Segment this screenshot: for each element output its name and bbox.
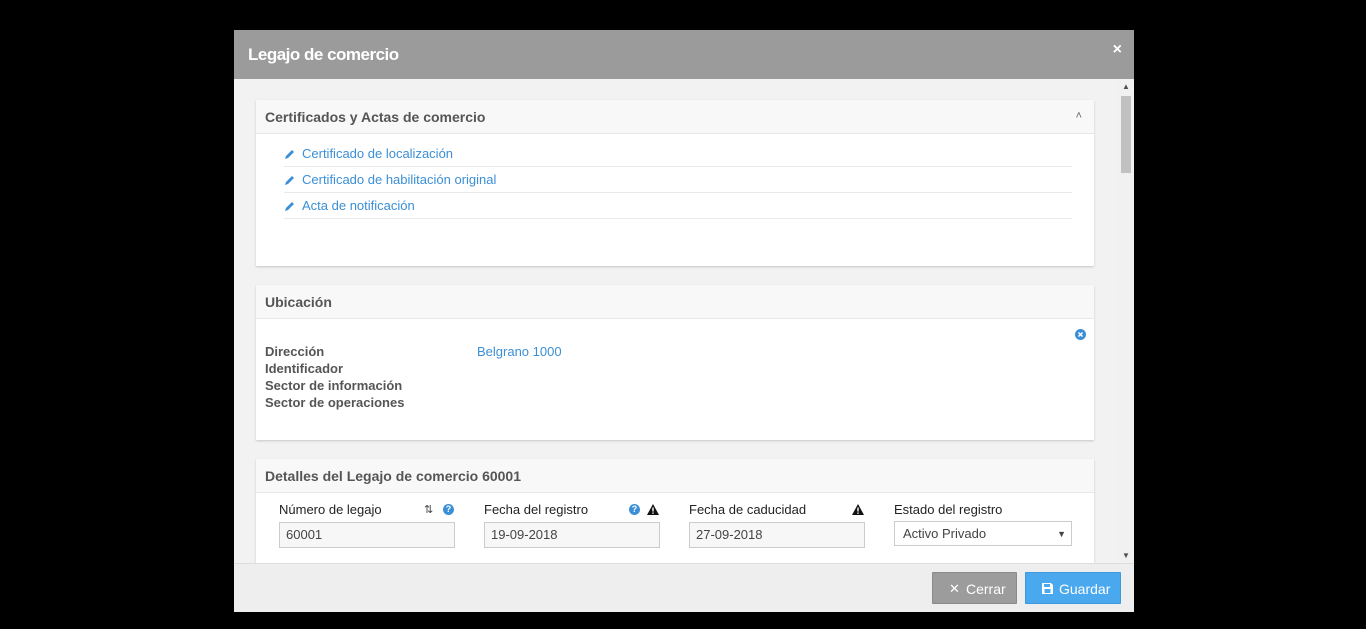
section-certificados: Certificados y Actas de comercio ˄ Certi… — [256, 100, 1094, 266]
pencil-icon — [285, 176, 294, 185]
chevron-up-icon[interactable]: ˄ — [1076, 110, 1082, 122]
numero-legajo-input[interactable]: 60001 — [279, 522, 455, 548]
details-fields: Número de legajo ⇅ ? 60001 Fecha del reg… — [256, 492, 1094, 563]
link-certificado-localizacion[interactable]: Certificado de localización — [302, 146, 453, 161]
fecha-caducidad-label: Fecha de caducidad — [689, 502, 807, 517]
section-header: Ubicación — [256, 285, 1094, 319]
warning-icon — [852, 504, 864, 515]
floppy-disk-icon — [1042, 583, 1053, 594]
scroll-down-icon[interactable]: ▼ — [1122, 551, 1130, 560]
scroll-up-icon[interactable]: ▲ — [1122, 82, 1130, 91]
numero-legajo-label: Número de legajo — [279, 502, 382, 517]
fecha-registro-input[interactable]: 19-09-2018 — [484, 522, 660, 548]
section-detalles: Detalles del Legajo de comercio 60001 Nú… — [256, 459, 1094, 563]
list-item[interactable]: Certificado de habilitación original — [284, 167, 1072, 193]
estado-registro-label: Estado del registro — [894, 502, 1003, 517]
link-acta-notificacion[interactable]: Acta de notificación — [302, 198, 415, 213]
sector-informacion-label: Sector de información — [265, 378, 403, 393]
save-button-label: Guardar — [1059, 581, 1111, 597]
close-icon[interactable]: × — [1113, 41, 1122, 59]
link-certificado-habilitacion[interactable]: Certificado de habilitación original — [302, 172, 496, 187]
identificador-label: Identificador — [265, 361, 344, 376]
cancel-button-label: Cerrar — [966, 581, 1006, 597]
save-button[interactable]: Guardar — [1025, 572, 1121, 604]
remove-circle-icon[interactable] — [1075, 329, 1086, 340]
list-item[interactable]: Acta de notificación — [284, 193, 1072, 219]
direccion-label: Dirección — [265, 344, 325, 359]
chevron-down-icon: ▼ — [1057, 529, 1066, 539]
fecha-caducidad-input[interactable]: 27-09-2018 — [689, 522, 865, 548]
warning-icon — [647, 504, 659, 515]
cancel-button[interactable]: ✕ Cerrar — [932, 572, 1017, 604]
help-icon[interactable]: ? — [443, 504, 454, 515]
sector-operaciones-label: Sector de operaciones — [265, 395, 405, 410]
fecha-registro-label: Fecha del registro — [484, 502, 589, 517]
section-title: Certificados y Actas de comercio — [265, 109, 486, 125]
direccion-value[interactable]: Belgrano 1000 — [477, 344, 562, 359]
section-ubicacion: Ubicación Dirección Belgrano 1000 Identi… — [256, 285, 1094, 440]
pencil-icon — [285, 150, 294, 159]
modal-header: Legajo de comercio × — [234, 30, 1134, 79]
sort-icon[interactable]: ⇅ — [424, 503, 433, 516]
list-item[interactable]: Certificado de localización — [284, 141, 1072, 167]
modal-body: Certificados y Actas de comercio ˄ Certi… — [234, 79, 1134, 563]
modal-title: Legajo de comercio — [248, 45, 399, 64]
modal-footer: ✕ Cerrar Guardar — [234, 563, 1134, 612]
estado-registro-select[interactable]: Activo Privado ▼ — [894, 521, 1072, 546]
estado-registro-value: Activo Privado — [903, 526, 987, 541]
section-header: Detalles del Legajo de comercio 60001 — [256, 459, 1094, 493]
vertical-scrollbar[interactable]: ▲ ▼ — [1118, 79, 1134, 563]
scroll-thumb[interactable] — [1121, 96, 1131, 173]
pencil-icon — [285, 202, 294, 211]
section-title: Ubicación — [265, 294, 332, 310]
legajo-modal: Legajo de comercio × Certificados y Acta… — [234, 30, 1134, 612]
section-title: Detalles del Legajo de comercio 60001 — [265, 468, 522, 484]
close-icon: ✕ — [949, 581, 960, 596]
certificate-list: Certificado de localización Certificado … — [284, 141, 1072, 219]
help-icon[interactable]: ? — [629, 504, 640, 515]
section-header[interactable]: Certificados y Actas de comercio ˄ — [256, 100, 1094, 134]
